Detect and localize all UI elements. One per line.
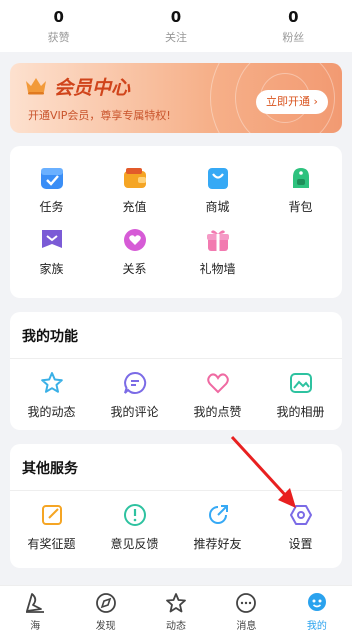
service-label: 礼物墙 — [199, 262, 236, 276]
section-title: 其他服务 — [22, 461, 78, 477]
vip-subtitle: 开通VIP会员，尊享专属特权! — [28, 109, 171, 122]
following-stat[interactable]: 0 关注 — [117, 0, 234, 52]
feedback-item[interactable]: 意见反馈 — [93, 491, 176, 553]
comment-icon — [121, 369, 149, 397]
quiz-reward-item[interactable]: 有奖征题 — [10, 491, 93, 553]
section-title: 我的功能 — [22, 329, 78, 345]
service-label: 关系 — [122, 262, 147, 276]
tab-sea[interactable]: 海 — [0, 586, 70, 635]
crown-icon — [26, 78, 46, 95]
compass-icon — [95, 593, 116, 613]
service-label: 背包 — [288, 200, 313, 214]
tab-moments[interactable]: 动态 — [141, 586, 211, 635]
like-heart-icon — [204, 369, 232, 397]
service-label: 任务 — [39, 200, 64, 214]
function-label: 我的动态 — [27, 405, 76, 419]
tab-label: 海 — [30, 621, 41, 632]
service-label: 充值 — [122, 200, 147, 214]
likes-stat[interactable]: 0 获赞 — [0, 0, 117, 52]
bottom-tab-bar: 海 发现 动态 消息 我的 — [0, 585, 352, 635]
star-outline-icon — [166, 593, 186, 613]
followers-count: 0 — [288, 8, 299, 26]
my-comments-item[interactable]: 我的评论 — [93, 359, 176, 421]
tab-profile[interactable]: 我的 — [282, 586, 352, 635]
message-icon — [236, 593, 257, 613]
family-banner-icon — [38, 226, 66, 254]
service-gift-wall[interactable]: 礼物墙 — [176, 216, 259, 278]
stats-bar: 0 获赞 0 关注 0 粉丝 — [0, 0, 352, 52]
other-services-card: 其他服务 有奖征题 意见反馈 推荐好友 设置 — [10, 444, 342, 568]
service-mall[interactable]: 商城 — [176, 154, 259, 216]
service-label: 推荐好友 — [193, 537, 242, 551]
service-label: 商城 — [205, 200, 230, 214]
service-recharge[interactable]: 充值 — [93, 154, 176, 216]
heart-icon — [121, 226, 149, 254]
feedback-icon — [121, 501, 149, 529]
recommend-friend-item[interactable]: 推荐好友 — [176, 491, 259, 553]
vip-activate-button[interactable]: 立即开通 › — [256, 90, 328, 114]
tab-messages[interactable]: 消息 — [211, 586, 281, 635]
services-card: 任务 充值 商城 背包 家族 关系 礼物墙 — [10, 146, 342, 298]
gift-icon — [204, 226, 232, 254]
profile-icon — [307, 593, 326, 611]
my-album-item[interactable]: 我的相册 — [259, 359, 342, 421]
my-functions-card: 我的功能 我的动态 我的评论 我的点赞 我的相册 — [10, 312, 342, 430]
my-posts-item[interactable]: 我的动态 — [10, 359, 93, 421]
followers-stat[interactable]: 0 粉丝 — [235, 0, 352, 52]
following-label: 关注 — [164, 31, 187, 44]
wallet-icon — [121, 164, 149, 192]
service-family[interactable]: 家族 — [10, 216, 93, 278]
album-icon — [287, 369, 315, 397]
followers-label: 粉丝 — [282, 31, 305, 44]
service-label: 设置 — [288, 537, 313, 551]
service-task[interactable]: 任务 — [10, 154, 93, 216]
task-icon — [38, 164, 66, 192]
star-icon — [38, 369, 66, 397]
shopping-bag-icon — [204, 164, 232, 192]
vip-title: 会员中心 — [54, 77, 131, 99]
my-likes-item[interactable]: 我的点赞 — [176, 359, 259, 421]
tab-label: 消息 — [236, 621, 257, 632]
likes-label: 获赞 — [47, 31, 70, 44]
service-backpack[interactable]: 背包 — [259, 154, 342, 216]
service-label: 家族 — [39, 262, 64, 276]
sea-icon — [26, 593, 45, 613]
settings-item[interactable]: 设置 — [259, 491, 342, 553]
function-label: 我的相册 — [276, 405, 325, 419]
tab-label: 动态 — [166, 621, 187, 632]
settings-hexagon-icon — [287, 501, 315, 529]
backpack-icon — [287, 164, 315, 192]
following-count: 0 — [170, 8, 182, 26]
service-relation[interactable]: 关系 — [93, 216, 176, 278]
share-icon — [204, 501, 232, 529]
vip-banner[interactable]: 会员中心 开通VIP会员，尊享专属特权! 立即开通 › — [10, 63, 342, 133]
function-label: 我的点赞 — [193, 405, 242, 419]
service-label: 意见反馈 — [110, 537, 159, 551]
service-label: 有奖征题 — [27, 537, 76, 551]
function-label: 我的评论 — [110, 405, 159, 419]
tab-discover[interactable]: 发现 — [70, 586, 140, 635]
tab-label: 我的 — [306, 621, 327, 632]
edit-icon — [38, 501, 66, 529]
tab-label: 发现 — [95, 621, 116, 632]
likes-count: 0 — [53, 8, 64, 26]
